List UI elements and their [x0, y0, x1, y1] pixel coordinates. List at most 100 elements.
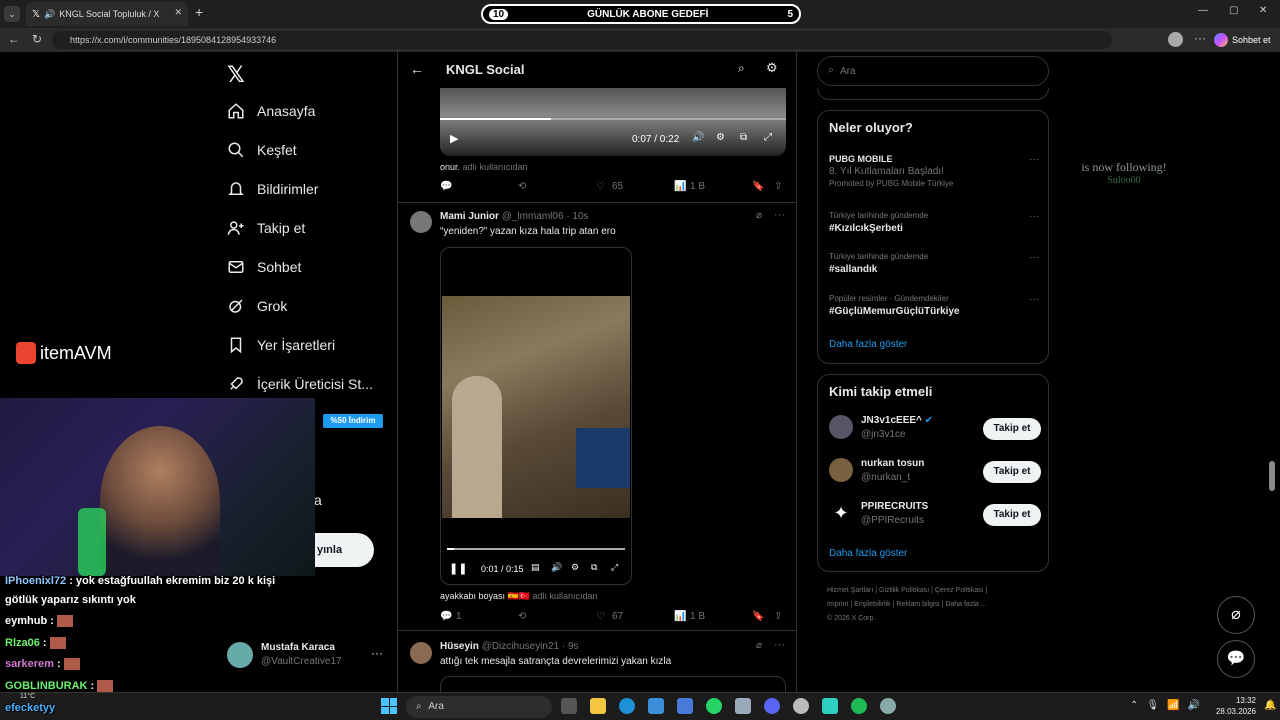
reply-icon[interactable]: 💬	[440, 611, 452, 622]
captions-icon[interactable]: ▤	[531, 562, 540, 573]
search-box[interactable]: ⌕	[817, 56, 1049, 86]
post-button[interactable]: yınla	[315, 533, 374, 567]
tweet-handle[interactable]: @_lmmaml06	[502, 211, 564, 222]
video-player[interactable]: ▶ 0:07 / 0:22 🔊 ⚙ ⧉ ⤢	[440, 88, 786, 156]
trend-item[interactable]: Türkiye tarihinde gündemde #sallandık ··…	[829, 252, 1039, 275]
video-progress[interactable]	[440, 118, 786, 120]
edge-icon[interactable]	[619, 698, 635, 714]
tweet-author[interactable]: Mami Junior	[440, 211, 499, 222]
account-more-icon[interactable]: ···	[371, 646, 383, 660]
footer-link[interactable]: Erişilebilirlik	[854, 601, 891, 608]
pause-icon[interactable]: ❚❚	[449, 562, 467, 575]
bookmark-icon[interactable]: 🔖	[752, 181, 764, 192]
store-icon[interactable]	[648, 698, 664, 714]
more-icon[interactable]: ···	[1194, 31, 1206, 45]
start-icon[interactable]	[381, 698, 397, 714]
gear-icon[interactable]: ⚙	[766, 60, 778, 76]
nav-item-bookmarks[interactable]: Yer İşaretleri	[227, 336, 335, 354]
nav-item-notifications[interactable]: Bildirimler	[227, 180, 318, 198]
account-switcher[interactable]: Mustafa Karaca @VaultCreative17 ···	[227, 642, 387, 672]
follow-show-more[interactable]: Daha fazla göster	[829, 548, 907, 559]
app-icon[interactable]	[793, 698, 809, 714]
trend-more-icon[interactable]: ···	[1029, 252, 1039, 263]
settings-icon[interactable]	[880, 698, 896, 714]
like-icon[interactable]: ♡	[596, 611, 605, 622]
nav-item-grok[interactable]: Grok	[227, 297, 287, 315]
follow-button[interactable]: Takip et	[983, 504, 1041, 526]
trend-item[interactable]: Popüler resimler · Gündemdekiler #GüçlüM…	[829, 294, 1039, 317]
minimize-icon[interactable]: —	[1198, 5, 1208, 16]
fullscreen-icon[interactable]: ⤢	[764, 132, 772, 143]
follow-suggestion[interactable]: nurkan tosun @nurkan_t Takip et	[829, 458, 1041, 488]
media-preview[interactable]	[440, 676, 786, 692]
footer-link[interactable]: Daha fazla ...	[945, 601, 986, 608]
volume-icon[interactable]: 🔊	[551, 562, 562, 573]
back-icon[interactable]: ←	[8, 32, 20, 46]
reply-icon[interactable]: 💬	[440, 181, 452, 192]
notification-icon[interactable]: 🔔	[1264, 700, 1276, 711]
trend-item[interactable]: PUBG MOBILE 8. Yıl Kutlamaları Başladı! …	[829, 154, 1039, 188]
nav-item-home[interactable]: Anasayfa	[227, 102, 315, 120]
chat-button[interactable]: Sohbet et	[1214, 31, 1271, 49]
trend-more-icon[interactable]: ···	[1029, 211, 1039, 222]
play-icon[interactable]: ▶	[450, 132, 458, 145]
video-progress[interactable]	[447, 548, 625, 550]
scrollbar-thumb[interactable]	[1269, 461, 1275, 491]
app-icon[interactable]	[677, 698, 693, 714]
credit-name[interactable]: ayakkabı boyası	[440, 591, 505, 601]
video-player[interactable]: ❚❚ 0:01 / 0:15 ▤ 🔊 ⚙ ⧉ ⤢	[440, 247, 632, 585]
tweet[interactable]: Mami Junior @_lmmaml06 · 10s ⌀ ··· “yeni…	[398, 203, 796, 631]
nav-item-explore[interactable]: Keşfet	[227, 141, 297, 159]
file-explorer-icon[interactable]	[590, 698, 606, 714]
follow-suggestion[interactable]: JN3v1cEEE^ ✔ @jn3v1ce Takip et	[829, 415, 1041, 445]
app-icon[interactable]	[822, 698, 838, 714]
trends-show-more[interactable]: Daha fazla göster	[829, 339, 907, 350]
footer-link[interactable]: Hizmet Şartları	[827, 587, 873, 594]
speaker-icon[interactable]: 🔊	[44, 9, 55, 20]
url-field[interactable]: https://x.com/i/communities/189508412895…	[52, 31, 1112, 49]
discord-icon[interactable]	[764, 698, 780, 714]
weather-widget[interactable]: 11°C	[20, 693, 35, 700]
nav-more-partial[interactable]: a	[314, 492, 322, 508]
footer-link[interactable]: Gizlilik Politikası	[879, 587, 929, 594]
reload-icon[interactable]: ↻	[32, 32, 42, 46]
search-input[interactable]	[840, 63, 1040, 79]
volume-icon[interactable]: 🔊	[692, 132, 704, 143]
retweet-icon[interactable]: ⟲	[518, 611, 526, 622]
x-logo-icon[interactable]: 𝕏	[227, 62, 245, 88]
browser-tab[interactable]: 𝕏 🔊 KNGL Social Topluluk / X ✕	[26, 2, 188, 26]
follow-button[interactable]: Takip et	[983, 418, 1041, 440]
close-tab-icon[interactable]: ✕	[174, 7, 182, 18]
like-icon[interactable]: ♡	[596, 181, 605, 192]
clock[interactable]: 13:32 28.03.2026	[1212, 695, 1256, 717]
nav-item-follow[interactable]: Takip et	[227, 219, 305, 237]
fullscreen-icon[interactable]: ⤢	[611, 562, 618, 573]
tweet[interactable]: ▶ 0:07 / 0:22 🔊 ⚙ ⧉ ⤢ onur. adlı kullanı…	[398, 88, 796, 203]
footer-link[interactable]: Reklam bilgisi	[896, 601, 939, 608]
share-icon[interactable]: ⇪	[774, 611, 782, 622]
tweet-author[interactable]: Hüseyin	[440, 641, 479, 652]
views-icon[interactable]: 📊	[674, 181, 686, 192]
bookmark-icon[interactable]: 🔖	[752, 611, 764, 622]
app-icon[interactable]	[735, 698, 751, 714]
task-view-icon[interactable]	[561, 698, 577, 714]
whatsapp-icon[interactable]	[706, 698, 722, 714]
new-tab-icon[interactable]: +	[195, 4, 203, 20]
tweet-handle[interactable]: @Dizcihuseyin21	[482, 641, 559, 652]
nav-item-messages[interactable]: Sohbet	[227, 258, 301, 276]
trend-more-icon[interactable]: ···	[1029, 294, 1039, 305]
views-icon[interactable]: 📊	[674, 611, 686, 622]
more-icon[interactable]: ···	[774, 639, 785, 651]
back-arrow-icon[interactable]: ←	[410, 61, 424, 77]
spotify-icon[interactable]	[851, 698, 867, 714]
page-scrollbar[interactable]	[1268, 56, 1276, 686]
settings-icon[interactable]: ⚙	[571, 562, 579, 573]
tweet-time[interactable]: · 10s	[566, 211, 588, 222]
retweet-icon[interactable]: ⟲	[518, 181, 526, 192]
share-icon[interactable]: ⇪	[774, 181, 782, 192]
settings-icon[interactable]: ⚙	[716, 132, 725, 143]
grok-icon[interactable]: ⌀	[756, 640, 762, 651]
trend-item[interactable]: Türkiye tarihinde gündemde #KızılcıkŞerb…	[829, 211, 1039, 234]
trend-more-icon[interactable]: ···	[1029, 154, 1039, 165]
credit-name[interactable]: onur.	[440, 162, 460, 172]
